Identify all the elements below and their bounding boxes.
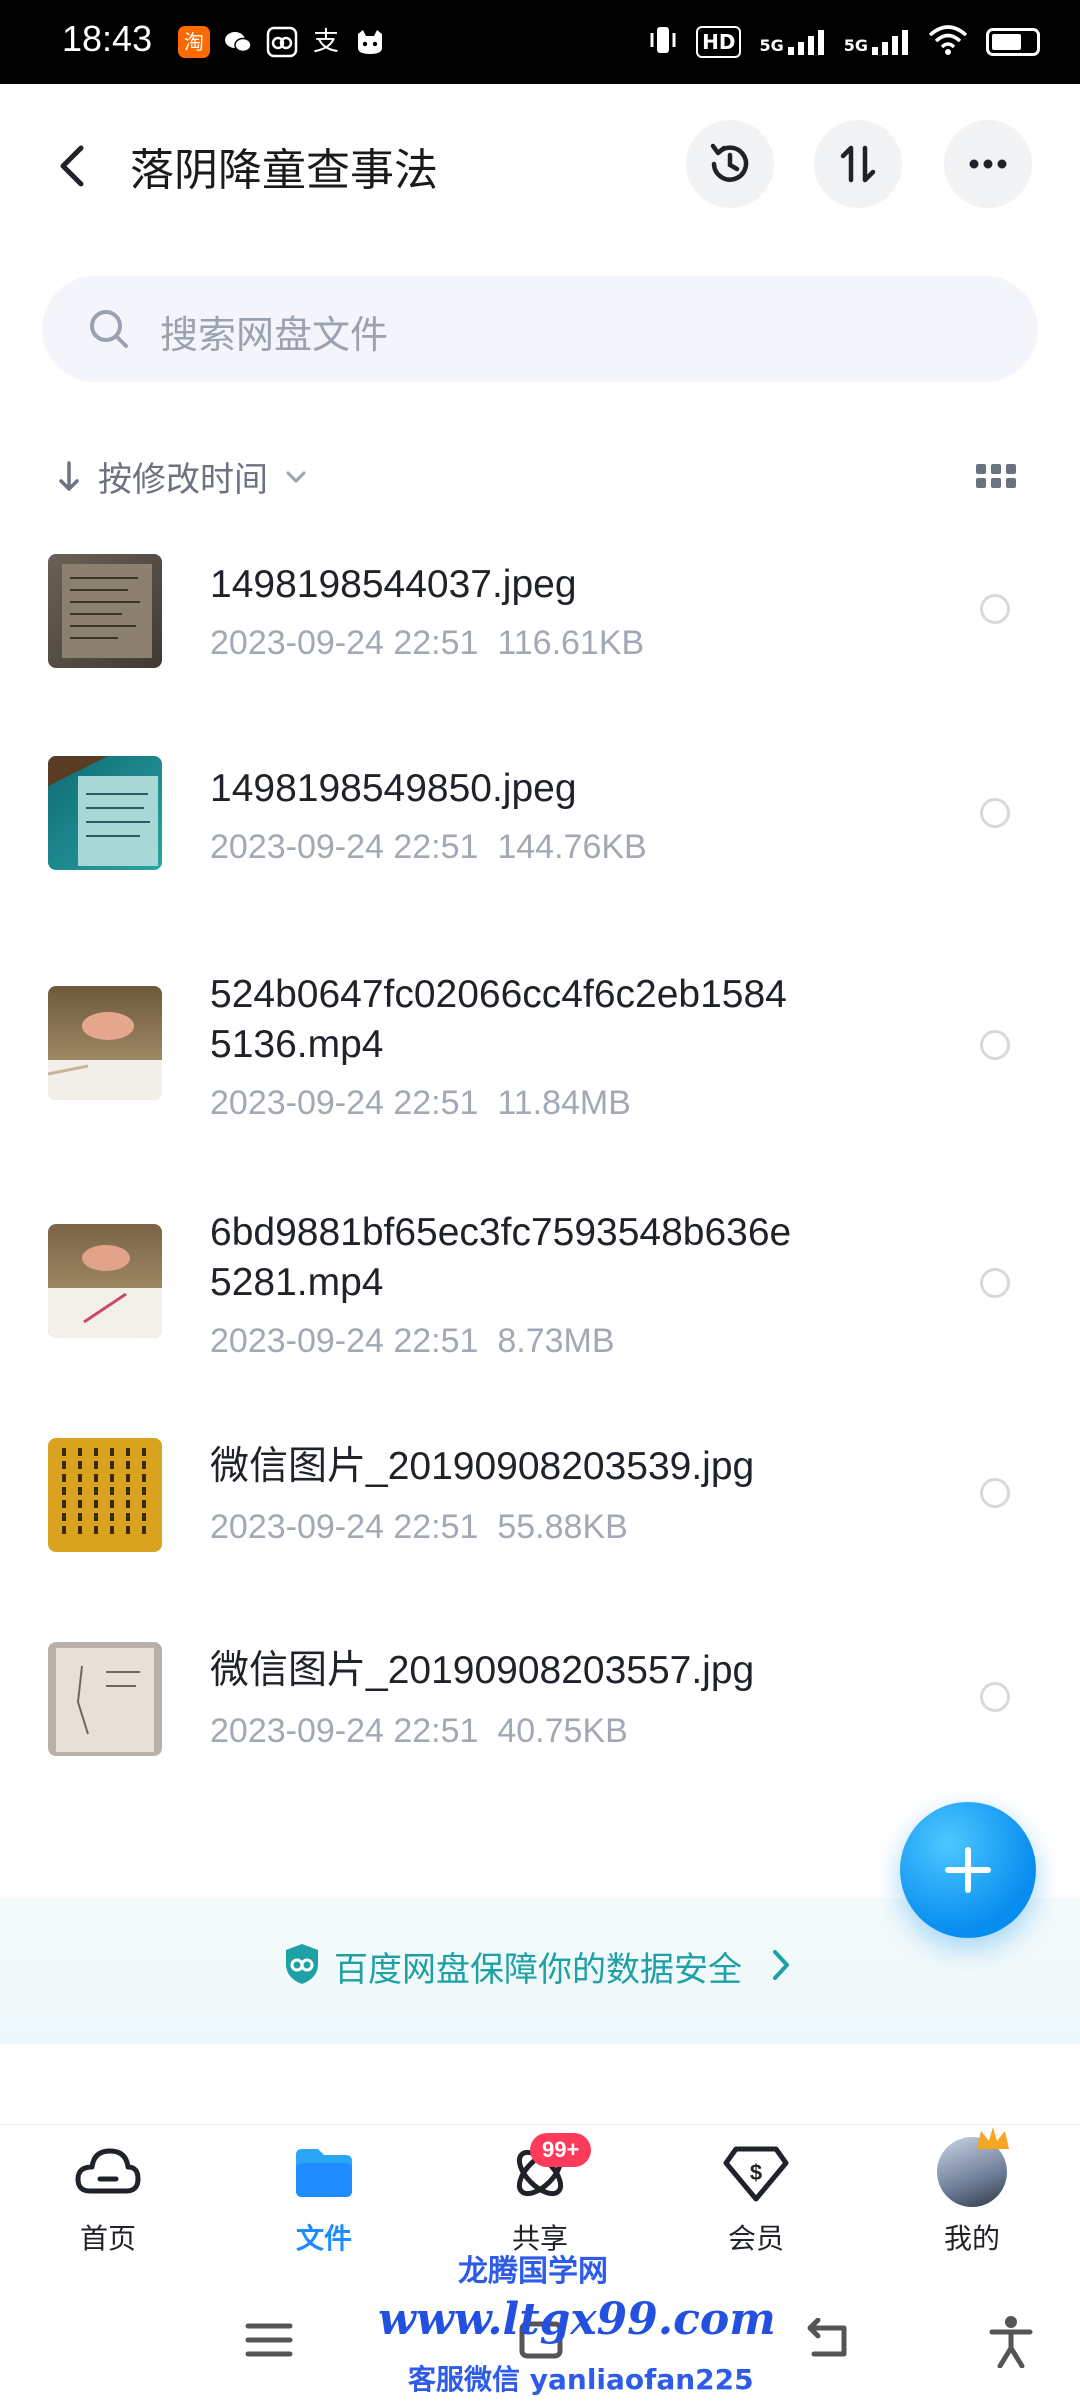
file-name: 6bd9881bf65ec3fc7593548b636e 5281.mp4 xyxy=(210,1211,792,1304)
watermark-url: www.ltgx99.com xyxy=(378,2294,776,2345)
file-meta: 2023-09-24 22:51 11.84MB xyxy=(210,1084,631,1122)
list-item[interactable]: 6bd9881bf65ec3fc7593548b636e 5281.mp4 202… xyxy=(0,1198,1080,1398)
svg-text:$: $ xyxy=(750,2160,762,2185)
grid-view-icon xyxy=(976,464,1016,488)
file-thumbnail xyxy=(48,756,162,870)
vip-diamond-icon: $ xyxy=(723,2146,789,2202)
add-button[interactable] xyxy=(900,1802,1036,1938)
accessibility-button[interactable] xyxy=(986,2314,1036,2372)
select-checkbox[interactable] xyxy=(980,1268,1010,1298)
notification-badge: 99+ xyxy=(530,2133,592,2167)
search-icon xyxy=(90,310,128,348)
select-checkbox[interactable] xyxy=(980,1030,1010,1060)
page-title: 落阴降童查事法 xyxy=(130,145,438,196)
baidu-netdisk-icon xyxy=(266,26,298,58)
system-nav-bar: 龙腾国学网 www.ltgx99.com 客服微信 yanliaofan225 xyxy=(0,2254,1080,2408)
file-name: 524b0647fc02066cc4f6c2eb1584 5136.mp4 xyxy=(210,973,787,1066)
avatar xyxy=(937,2127,1009,2207)
file-thumbnail xyxy=(48,1438,162,1552)
watermark-contact: 客服微信 yanliaofan225 xyxy=(408,2363,754,2396)
battery-icon xyxy=(986,28,1040,56)
search-placeholder: 搜索网盘文件 xyxy=(160,313,389,357)
watermark-title: 龙腾国学网 xyxy=(458,2254,608,2289)
file-meta: 2023-09-24 22:51 8.73MB xyxy=(210,1322,615,1360)
nav-label: 我的 xyxy=(943,2222,1000,2255)
status-indicators: HD 5G 5G xyxy=(648,20,1040,64)
file-meta: 2023-09-24 22:51 144.76KB xyxy=(210,828,647,866)
back-nav-button[interactable] xyxy=(800,2317,852,2366)
select-checkbox[interactable] xyxy=(980,798,1010,828)
search-input[interactable]: 搜索网盘文件 xyxy=(42,276,1038,382)
plus-icon xyxy=(945,1847,991,1893)
file-name: 微信图片_20190908203539.jpg xyxy=(210,1445,755,1488)
file-meta: 2023-09-24 22:51 55.88KB xyxy=(210,1508,628,1546)
list-item[interactable]: 524b0647fc02066cc4f6c2eb1584 5136.mp4 202… xyxy=(0,960,1080,1160)
file-thumbnail xyxy=(48,986,162,1100)
signal-icon: 5G xyxy=(759,29,825,55)
nav-label: 会员 xyxy=(727,2222,784,2255)
list-item[interactable]: 1498198544037.jpeg 2023-09-24 22:51 116.… xyxy=(0,540,1080,720)
sort-label: 按修改时间 xyxy=(98,460,268,500)
vibrate-icon xyxy=(648,23,678,61)
nav-home[interactable]: 首页 xyxy=(48,2143,168,2257)
cat-app-icon xyxy=(354,26,386,58)
crown-icon xyxy=(977,2127,1009,2149)
taobao-icon: 淘 xyxy=(178,26,210,58)
list-item[interactable]: 微信图片_20190908203557.jpg 2023-09-24 22:51… xyxy=(0,1628,1080,1808)
sort-selector[interactable]: 按修改时间 xyxy=(56,452,308,501)
chevron-down-icon xyxy=(286,471,306,483)
select-checkbox[interactable] xyxy=(980,1478,1010,1508)
transfer-icon xyxy=(840,145,876,183)
nav-label: 首页 xyxy=(79,2222,136,2255)
chevron-right-icon xyxy=(773,1950,789,1980)
signal-icon: 5G xyxy=(844,29,910,55)
select-checkbox[interactable] xyxy=(980,1682,1010,1712)
file-thumbnail xyxy=(48,554,162,668)
security-text: 百度网盘保障你的数据安全 xyxy=(334,1950,742,1990)
security-banner[interactable]: 百度网盘保障你的数据安全 xyxy=(0,1898,1080,2044)
list-item[interactable]: 1498198549850.jpeg 2023-09-24 22:51 144.… xyxy=(0,744,1080,924)
wifi-icon xyxy=(928,25,968,59)
nav-profile[interactable]: 我的 xyxy=(912,2127,1032,2257)
shield-icon xyxy=(286,1944,318,1984)
file-name: 微信图片_20190908203557.jpg xyxy=(210,1649,755,1692)
select-checkbox[interactable] xyxy=(980,594,1010,624)
nav-vip[interactable]: $ 会员 xyxy=(696,2143,816,2257)
menu-icon xyxy=(245,2323,293,2357)
grid-view-button[interactable] xyxy=(976,462,1016,496)
history-icon xyxy=(710,143,749,182)
cloud-home-icon xyxy=(75,2148,141,2194)
file-thumbnail xyxy=(48,1642,162,1756)
nav-share[interactable]: 99+ 共享 xyxy=(480,2133,600,2257)
accessibility-icon xyxy=(989,2316,1033,2369)
hd-indicator: HD xyxy=(696,26,742,58)
menu-button[interactable] xyxy=(244,2320,294,2364)
back-arrow-icon xyxy=(807,2317,847,2357)
wechat-icon xyxy=(222,26,254,58)
sort-arrow-icon xyxy=(59,460,79,491)
file-name: 1498198549850.jpeg xyxy=(210,767,577,810)
file-meta: 2023-09-24 22:51 116.61KB xyxy=(210,624,645,662)
nav-files[interactable]: 文件 xyxy=(264,2143,384,2257)
history-button[interactable] xyxy=(686,120,774,208)
status-bar: 18:43 淘 支 HD 5G 5G xyxy=(0,0,1080,84)
chevron-left-icon xyxy=(60,145,84,187)
more-icon xyxy=(969,159,1007,169)
file-name: 1498198544037.jpeg xyxy=(210,563,577,606)
more-button[interactable] xyxy=(944,120,1032,208)
alipay-icon: 支 xyxy=(312,27,339,57)
back-button[interactable] xyxy=(44,130,100,202)
file-thumbnail xyxy=(48,1224,162,1338)
transfer-button[interactable] xyxy=(814,120,902,208)
list-item[interactable]: 微信图片_20190908203539.jpg 2023-09-24 22:51… xyxy=(0,1424,1080,1604)
file-meta: 2023-09-24 22:51 40.75KB xyxy=(210,1712,628,1750)
clock: 18:43 xyxy=(62,18,153,59)
folder-icon xyxy=(296,2149,352,2197)
nav-label: 文件 xyxy=(295,2222,352,2255)
